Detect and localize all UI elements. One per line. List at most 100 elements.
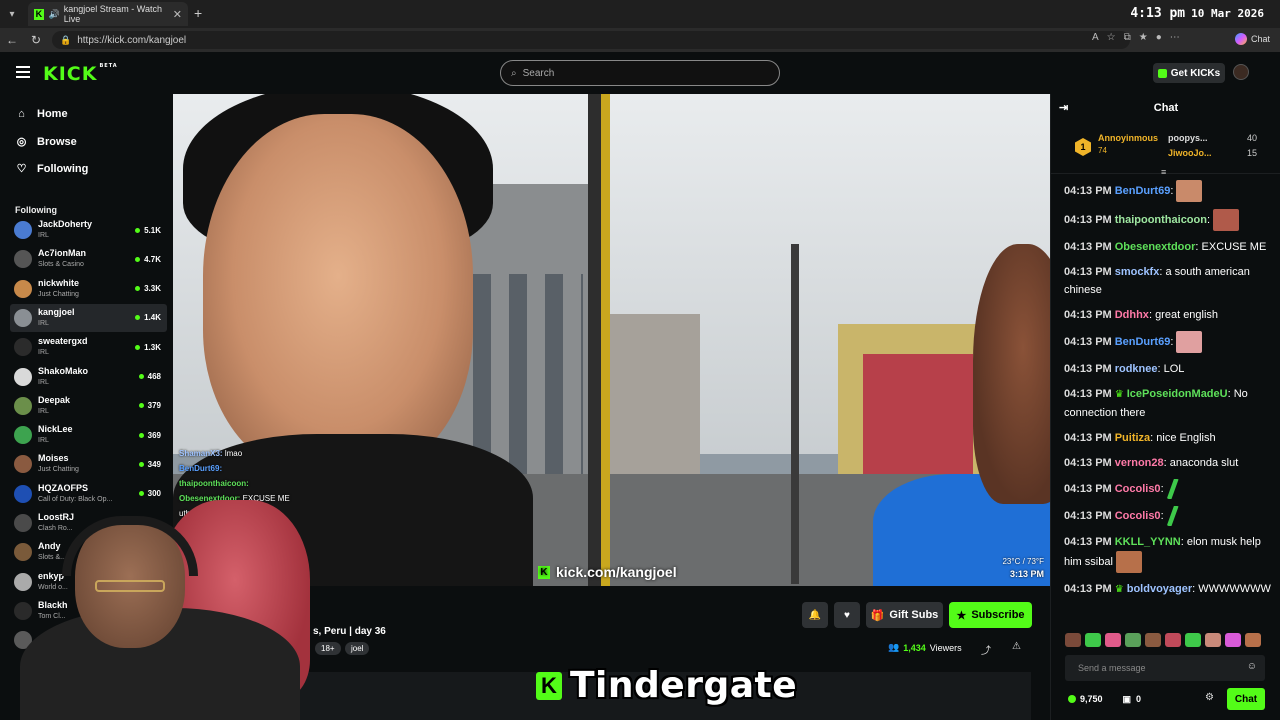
message-username[interactable]: Cocolis0 [1115, 483, 1161, 495]
menu-hamburger-icon[interactable] [16, 66, 30, 78]
message-username[interactable]: thaipoonthaicoon [1115, 214, 1207, 226]
speaker-icon[interactable]: 🔊 [49, 9, 60, 19]
reload-button[interactable]: ↻ [24, 33, 48, 47]
browser-tabbar: ▾ K 🔊 kangjoel Stream - Watch Live ✕ + 4… [0, 0, 1280, 28]
emote-icon[interactable] [1145, 633, 1161, 647]
message-username[interactable]: Obesenextdoor [1115, 241, 1196, 253]
following-item[interactable]: Ac7ionMan Slots & Casino 4.7K [10, 245, 167, 273]
subscribe-button[interactable]: ★ Subscribe [949, 602, 1032, 628]
chat-message: 04:13 PM ♛ IcePoseidonMadeU: No connectio… [1064, 388, 1248, 419]
message-text: LOL [1163, 363, 1185, 375]
emote-icon[interactable] [1085, 633, 1101, 647]
nav-browse[interactable]: ◎ Browse [15, 135, 77, 149]
message-timestamp: 04:13 PM [1064, 184, 1112, 197]
nav-home-label: Home [37, 108, 68, 120]
message-username[interactable]: rodknee [1115, 363, 1158, 375]
message-username[interactable]: Cocolis0 [1115, 510, 1161, 522]
following-item[interactable]: kangjoel IRL 1.4K [10, 303, 167, 332]
emote-icon[interactable] [1205, 633, 1221, 647]
channel-points[interactable]: 9,750 [1068, 694, 1103, 704]
profile-icon[interactable]: ● [1156, 32, 1162, 43]
new-tab-button[interactable]: + [194, 5, 202, 21]
nav-home[interactable]: ⌂ Home [15, 108, 68, 120]
tag-joel[interactable]: joel [345, 642, 370, 655]
extensions-icon[interactable]: ⧉ [1124, 32, 1131, 43]
emote-icon[interactable] [1185, 633, 1201, 647]
following-item[interactable]: NickLee IRL 369 [10, 421, 167, 449]
emote-quickbar [1065, 633, 1261, 647]
browser-tab[interactable]: K 🔊 kangjoel Stream - Watch Live ✕ [28, 2, 188, 26]
nav-following[interactable]: ♡ Following [15, 162, 89, 176]
following-item[interactable]: Moises Just Chatting 349 [10, 450, 167, 478]
channel-meta: ShakoMako IRL [38, 366, 88, 388]
emoji-picker-icon[interactable]: ☺ [1247, 661, 1257, 672]
url-field[interactable]: 🔒 https://kick.com/kangjoel [52, 31, 1130, 49]
message-username[interactable]: BenDurt69 [1115, 185, 1171, 197]
favorite-star-icon[interactable]: ☆ [1107, 32, 1116, 43]
chat-message-input[interactable]: Send a message ☺ [1065, 655, 1265, 681]
channel-meta: kangjoel IRL [38, 307, 75, 329]
pinned-expand-icon[interactable]: ≡ [1161, 167, 1166, 177]
message-username[interactable]: IcePoseidonMadeU [1127, 388, 1228, 400]
user-avatar[interactable] [1233, 64, 1249, 80]
chat-message: 04:13 PM Cocolis0: [1064, 506, 1276, 526]
collapse-chat-icon[interactable]: ⇥ [1059, 94, 1068, 122]
video-streamer-face [203, 114, 473, 474]
following-item[interactable]: nickwhite Just Chatting 3.3K [10, 275, 167, 303]
channel-category: Just Chatting [38, 290, 79, 298]
webcam-glasses [95, 580, 165, 592]
loot-box[interactable]: ▣ 0 [1123, 694, 1142, 705]
live-dot-icon [135, 315, 141, 321]
message-username[interactable]: BenDurt69 [1115, 336, 1171, 348]
tab-list-dropdown[interactable]: ▾ [0, 0, 24, 28]
leader-name[interactable]: poopys... [1168, 133, 1208, 143]
heart-icon: ♡ [16, 163, 27, 175]
favorites-icon[interactable]: ★ [1139, 32, 1148, 43]
tab-title: kangjoel Stream - Watch Live [63, 4, 162, 24]
site-info-icon[interactable]: 🔒 [60, 35, 71, 46]
webcam-overlay [0, 488, 330, 720]
message-username[interactable]: vernon28 [1115, 457, 1164, 469]
following-item[interactable]: Deepak IRL 379 [10, 392, 167, 420]
crown-badge-icon: ♛ [1114, 584, 1124, 595]
message-username[interactable]: Ddhhx [1115, 309, 1149, 321]
emote-icon[interactable] [1245, 633, 1261, 647]
more-menu-icon[interactable]: ⋯ [1170, 32, 1180, 43]
message-username[interactable]: Puitiza [1115, 432, 1150, 444]
channel-meta: Deepak IRL [38, 395, 70, 417]
site-header: KICK BETA ⌕ Search Get KICKs [0, 52, 1280, 94]
emote-icon[interactable] [1165, 633, 1181, 647]
gift-subs-button[interactable]: 🎁 Gift Subs [866, 602, 943, 628]
notification-bell-button[interactable]: 🔔 [802, 602, 828, 628]
emote-icon[interactable] [1065, 633, 1081, 647]
get-kicks-button[interactable]: Get KICKs [1153, 63, 1225, 83]
message-timestamp: 04:13 PM [1064, 213, 1112, 226]
message-username[interactable]: boldvoyager [1127, 583, 1192, 595]
following-item[interactable]: sweatergxd IRL 1.3K [10, 333, 167, 361]
leader-name[interactable]: JiwooJo... [1168, 148, 1212, 158]
emote-icon[interactable] [1125, 633, 1141, 647]
message-username[interactable]: smockfx [1115, 266, 1160, 278]
leader-name[interactable]: Annoyinmous [1098, 133, 1158, 143]
channel-category: IRL [38, 319, 49, 327]
following-item[interactable]: ShakoMako IRL 468 [10, 363, 167, 391]
read-aloud-icon[interactable]: A [1092, 32, 1099, 43]
search-input[interactable]: ⌕ Search [500, 60, 780, 86]
channel-viewers-value: 468 [147, 372, 161, 381]
chat-settings-icon[interactable]: ⚙ [1205, 692, 1214, 703]
chat-message: 04:13 PM Cocolis0: [1064, 479, 1276, 499]
report-warning-icon[interactable]: ⚠ [1012, 641, 1021, 652]
emote-icon[interactable] [1105, 633, 1121, 647]
kick-logo[interactable]: KICK BETA [43, 63, 118, 85]
message-username[interactable]: KKLL_YYNN [1115, 536, 1181, 548]
back-button[interactable]: ← [0, 33, 24, 47]
chat-messages: 04:13 PM BenDurt69: 04:13 PM thaipoonthaic… [1064, 180, 1276, 606]
chat-send-button[interactable]: Chat [1227, 688, 1265, 710]
message-text: anaconda slut [1169, 457, 1239, 469]
close-tab-icon[interactable]: ✕ [173, 8, 182, 21]
following-item[interactable]: JackDoherty IRL 5.1K [10, 216, 167, 244]
copilot-chat-button[interactable]: Chat [1234, 33, 1270, 45]
follow-heart-button[interactable]: ♥ [834, 602, 860, 628]
share-icon[interactable]: ⤴ [981, 642, 991, 657]
emote-icon[interactable] [1225, 633, 1241, 647]
